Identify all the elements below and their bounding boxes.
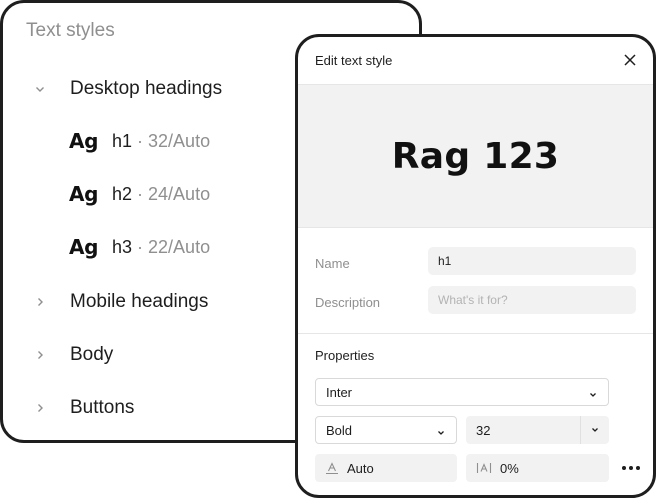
style-label: h2 · 24/Auto — [112, 184, 210, 205]
group-label: Desktop headings — [70, 78, 223, 99]
style-sample: Ag — [69, 129, 99, 153]
chevron-down-icon — [436, 426, 446, 441]
style-meta: · 32/Auto — [132, 130, 211, 151]
style-label: h1 · 32/Auto — [112, 131, 210, 152]
style-name: h2 — [112, 183, 133, 204]
chevron-down-icon — [588, 388, 598, 403]
description-input[interactable]: What's it for? — [428, 286, 636, 314]
font-family-value: Inter — [326, 384, 353, 400]
font-size-value: 32 — [476, 422, 491, 438]
properties-title: Properties — [315, 348, 375, 363]
letter-spacing-input[interactable]: 0% — [466, 454, 609, 482]
chevron-right-icon[interactable] — [33, 401, 47, 415]
chevron-right-icon[interactable] — [33, 295, 47, 309]
font-size-input[interactable]: 32 — [466, 416, 609, 444]
style-name: h3 — [112, 236, 133, 257]
group-label: Body — [70, 344, 114, 365]
panel-header: Edit text style — [298, 37, 653, 85]
description-label: Description — [315, 295, 381, 310]
style-sample: Ag — [69, 235, 99, 259]
group-label: Mobile headings — [70, 291, 209, 312]
edit-text-style-panel: Edit text style Rag 123 Name h1 Descript… — [295, 34, 656, 498]
divider — [298, 333, 653, 334]
font-weight-select[interactable]: Bold — [315, 416, 457, 444]
style-meta: · 24/Auto — [132, 183, 211, 204]
line-height-value: Auto — [347, 460, 374, 476]
preview-text: Rag 123 — [391, 135, 560, 177]
style-meta: · 22/Auto — [132, 236, 211, 257]
panel-title: Edit text style — [315, 53, 393, 68]
font-family-select[interactable]: Inter — [315, 378, 609, 406]
style-sample: Ag — [69, 182, 99, 206]
close-icon[interactable] — [621, 51, 639, 69]
chevron-down-icon[interactable] — [580, 416, 609, 444]
style-name: h1 — [112, 130, 133, 151]
line-height-icon — [325, 461, 339, 475]
letter-spacing-icon — [476, 461, 492, 475]
letter-spacing-value: 0% — [500, 460, 519, 476]
line-height-input[interactable]: Auto — [315, 454, 457, 482]
group-label: Buttons — [70, 397, 135, 418]
text-styles-title: Text styles — [26, 20, 115, 41]
style-label: h3 · 22/Auto — [112, 237, 210, 258]
more-icon[interactable] — [619, 458, 643, 478]
font-weight-value: Bold — [326, 422, 353, 438]
name-label: Name — [315, 256, 350, 271]
chevron-right-icon[interactable] — [33, 348, 47, 362]
style-preview: Rag 123 — [298, 85, 653, 228]
name-input[interactable]: h1 — [428, 247, 636, 275]
chevron-down-icon[interactable] — [33, 82, 47, 96]
